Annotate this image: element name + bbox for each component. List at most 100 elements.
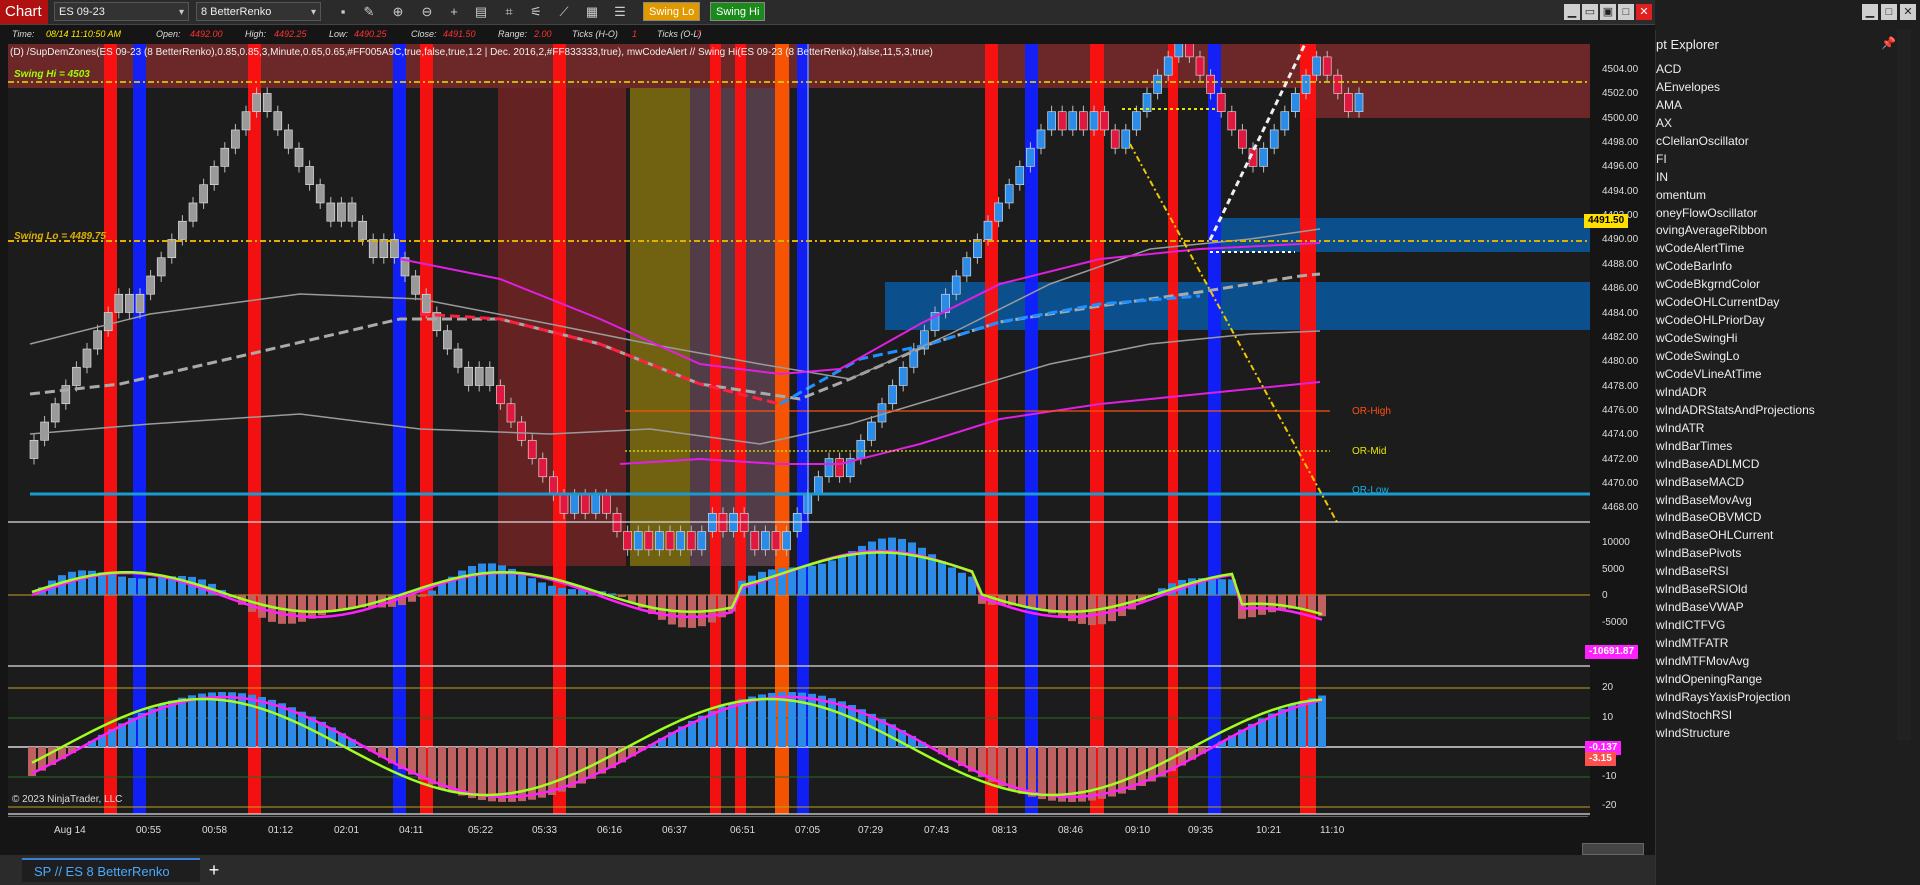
- oscillator-bar: [1028, 595, 1036, 608]
- explorer-item[interactable]: oneyFlowOscillator: [1656, 204, 1896, 222]
- oscillator-bar: [558, 747, 566, 792]
- horizontal-scrollbar[interactable]: [1582, 843, 1644, 855]
- explorer-item[interactable]: wCodeOHLPriorDay: [1656, 311, 1896, 329]
- explorer-item[interactable]: ACD: [1656, 60, 1896, 78]
- explorer-item[interactable]: wCodeSwingHi: [1656, 329, 1896, 347]
- swing-hi-button[interactable]: Swing Hi: [710, 2, 766, 21]
- price-axis-label: 4468.00: [1602, 502, 1639, 514]
- tab-chart[interactable]: SP // ES 8 BetterRenko: [22, 858, 200, 882]
- oscillator-bar: [118, 576, 126, 595]
- time-axis-label: 08:13: [992, 825, 1018, 836]
- candle: [93, 330, 102, 350]
- data-box-icon[interactable]: ▪: [334, 3, 352, 20]
- explorer-item[interactable]: wIndMTFATR: [1656, 634, 1896, 652]
- candle: [1354, 93, 1364, 112]
- candle: [559, 494, 569, 514]
- explorer-item[interactable]: ovingAverageRibbon: [1656, 221, 1896, 239]
- oscillator-bar: [468, 566, 476, 595]
- explorer-item[interactable]: wCodeAlertTime: [1656, 239, 1896, 257]
- ticks-ho-label: Ticks (H-O): [572, 29, 618, 39]
- explorer-item[interactable]: wIndBaseOHLCurrent: [1656, 526, 1896, 544]
- oscillator-axis-label: 0: [1602, 590, 1608, 601]
- explorer-item[interactable]: wIndBaseMovAvg: [1656, 491, 1896, 509]
- explorer-item[interactable]: wIndBaseADLMCD: [1656, 455, 1896, 473]
- drawing-tools-icon[interactable]: ⟋: [555, 3, 573, 20]
- candle: [506, 403, 516, 423]
- restore-icon[interactable]: ▭: [1582, 4, 1598, 20]
- explorer-close-icon[interactable]: ✕: [1900, 4, 1916, 20]
- candle: [231, 129, 240, 149]
- oscillator-bar: [548, 747, 556, 796]
- properties-icon[interactable]: ▤: [472, 3, 490, 20]
- calculator-icon[interactable]: ▦: [583, 3, 601, 20]
- tile-icon[interactable]: ▣: [1600, 4, 1616, 20]
- explorer-item[interactable]: wCodeBarInfo: [1656, 257, 1896, 275]
- explorer-item[interactable]: cClellanOscillator: [1656, 132, 1896, 150]
- explorer-item[interactable]: wIndStructure: [1656, 724, 1896, 742]
- explorer-item[interactable]: wIndBarTimes: [1656, 437, 1896, 455]
- candle: [496, 385, 505, 405]
- explorer-item[interactable]: wIndICTFVG: [1656, 616, 1896, 634]
- explorer-item[interactable]: wIndMTFMovAvg: [1656, 652, 1896, 670]
- templates-icon[interactable]: ⌗: [500, 3, 518, 20]
- chart-plot-area[interactable]: [0, 44, 1590, 816]
- pencil-icon[interactable]: ✎: [360, 3, 378, 20]
- explorer-item[interactable]: wIndStochRSI: [1656, 706, 1896, 724]
- add-tab-button[interactable]: +: [204, 858, 224, 882]
- explorer-title: pt Explorer: [1656, 37, 1719, 52]
- explorer-item[interactable]: omentum: [1656, 186, 1896, 204]
- maximize-icon[interactable]: □: [1618, 4, 1634, 20]
- oscillator-bar: [1038, 747, 1046, 800]
- oscillator-axis-label: 10000: [1602, 537, 1630, 548]
- oscillator-bar: [308, 595, 316, 619]
- explorer-item[interactable]: wIndBaseMACD: [1656, 473, 1896, 491]
- explorer-item[interactable]: wIndBaseOBVMCD: [1656, 508, 1896, 526]
- minimize-icon[interactable]: ▁: [1564, 4, 1580, 20]
- list-icon[interactable]: ☰: [611, 3, 629, 20]
- explorer-item[interactable]: wIndRaysYaxisProjection: [1656, 688, 1896, 706]
- swing-lo-button[interactable]: Swing Lo: [643, 2, 701, 21]
- strategies-icon[interactable]: ⚟: [527, 3, 545, 20]
- time-axis-label: 01:12: [268, 825, 294, 836]
- explorer-item[interactable]: wCodeSwingLo: [1656, 347, 1896, 365]
- explorer-item[interactable]: AEnvelopes: [1656, 78, 1896, 96]
- explorer-item[interactable]: wIndBaseVWAP: [1656, 598, 1896, 616]
- candle: [665, 531, 675, 551]
- explorer-item[interactable]: wIndADRStatsAndProjections: [1656, 401, 1896, 419]
- oscillator-bar: [758, 694, 766, 747]
- candle: [591, 494, 601, 514]
- oscillator-bar: [1028, 747, 1036, 797]
- crosshair-icon[interactable]: +: [445, 3, 463, 20]
- explorer-maximize-icon[interactable]: □: [1881, 4, 1897, 20]
- explorer-item[interactable]: wCodeBkgrndColor: [1656, 275, 1896, 293]
- explorer-item[interactable]: wIndADR: [1656, 383, 1896, 401]
- explorer-item[interactable]: wIndBaseRSIOld: [1656, 580, 1896, 598]
- explorer-item[interactable]: wIndOpeningRange: [1656, 670, 1896, 688]
- candle: [898, 366, 908, 386]
- oscillator-bar: [898, 538, 906, 595]
- explorer-item[interactable]: wCodeOHLCurrentDay: [1656, 293, 1896, 311]
- close-icon[interactable]: ✕: [1636, 4, 1652, 20]
- zoom-out-icon[interactable]: ⊖: [418, 3, 436, 20]
- oscillator-bar: [1278, 595, 1286, 610]
- oscillator-bar: [558, 587, 566, 595]
- explorer-item[interactable]: wIndBasePivots: [1656, 544, 1896, 562]
- oscillator-bar: [848, 704, 856, 747]
- explorer-item[interactable]: IN: [1656, 168, 1896, 186]
- explorer-item[interactable]: AMA: [1656, 96, 1896, 114]
- time-axis-label: 07:43: [924, 825, 950, 836]
- instrument-selector[interactable]: ES 09-23 ▾: [54, 2, 189, 21]
- price-axis-label: 4494.00: [1602, 185, 1639, 197]
- explorer-item[interactable]: wIndBaseRSI: [1656, 562, 1896, 580]
- session-band: [985, 44, 998, 814]
- explorer-item[interactable]: wIndATR: [1656, 419, 1896, 437]
- explorer-item[interactable]: FI: [1656, 150, 1896, 168]
- bar-type-selector[interactable]: 8 BetterRenko ▾: [196, 2, 321, 21]
- pin-icon[interactable]: 📌: [1881, 36, 1896, 50]
- explorer-item[interactable]: AX: [1656, 114, 1896, 132]
- explorer-scrollbar[interactable]: [1897, 30, 1911, 740]
- explorer-item[interactable]: wCodeVLineAtTime: [1656, 365, 1896, 383]
- explorer-minimize-icon[interactable]: ▁: [1862, 4, 1878, 20]
- zoom-in-icon[interactable]: ⊕: [389, 3, 407, 20]
- oscillator-bar: [338, 595, 346, 610]
